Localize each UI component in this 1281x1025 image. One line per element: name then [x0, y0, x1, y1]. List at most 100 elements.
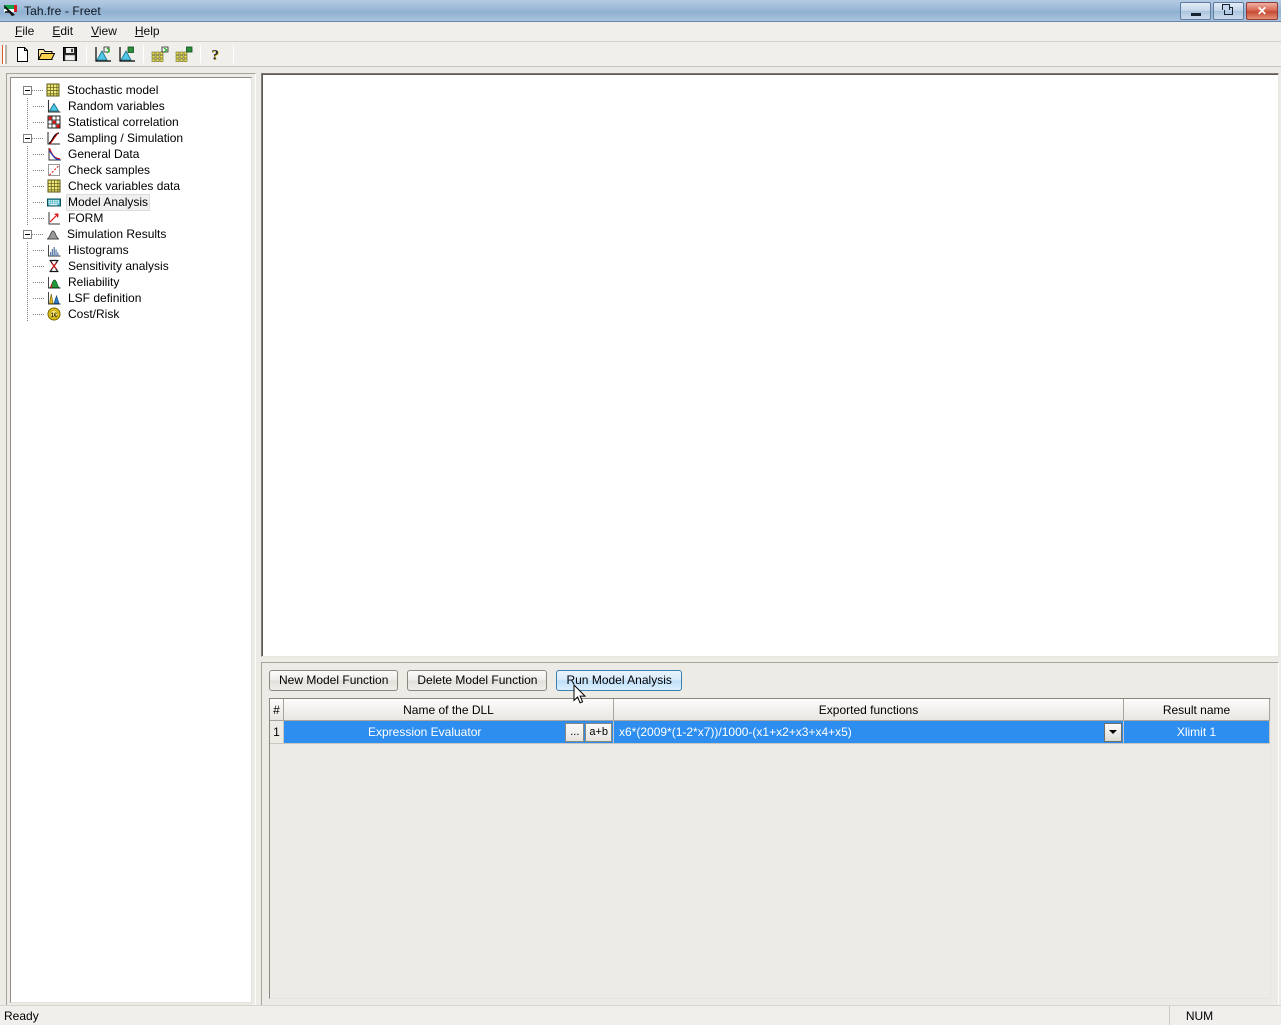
tree-connector	[32, 82, 45, 98]
exported-function-dropdown-button[interactable]	[1104, 722, 1122, 742]
tree-connector	[33, 242, 46, 258]
grid-header-number[interactable]: #	[270, 699, 284, 721]
tree-item-label: LSF definition	[68, 290, 142, 305]
navigation-tree[interactable]: Stochastic model Random variables Statis…	[10, 77, 252, 1003]
model-function-toolbar: New Model Function Delete Model Function…	[269, 670, 1271, 691]
grid-header-exported-functions[interactable]: Exported functions	[614, 699, 1124, 721]
toolbar-separator-4	[233, 45, 234, 63]
tree-item-label: Sampling / Simulation	[67, 130, 184, 145]
import-distribution-icon[interactable]	[91, 43, 115, 65]
import-grid-icon[interactable]	[148, 43, 172, 65]
correlation-grid-icon	[46, 114, 62, 130]
tree-connector	[33, 114, 46, 130]
row-number: 1	[270, 721, 284, 744]
menu-help[interactable]: Help	[126, 22, 169, 41]
tree-connector	[23, 306, 33, 322]
chevron-down-icon	[1109, 730, 1117, 734]
grid-header-dll[interactable]: Name of the DLL	[284, 699, 614, 721]
tree-item-check-samples[interactable]: Check samples	[13, 162, 249, 178]
window-title: Tah.fre - Freet	[24, 3, 101, 18]
reliability-hill-icon	[46, 274, 62, 290]
tree-connector	[33, 258, 46, 274]
hourglass-icon	[46, 258, 62, 274]
menu-bar: File Edit View Help	[0, 22, 1281, 42]
toolbar-separator-2	[143, 45, 144, 63]
histogram-bars-icon	[46, 242, 62, 258]
right-column: New Model Function Delete Model Function…	[261, 73, 1279, 1005]
tree-connector	[32, 130, 45, 146]
tree-item-label: FORM	[68, 210, 104, 225]
tree-item-reliability[interactable]: Reliability	[13, 274, 249, 290]
tree-connector	[33, 162, 46, 178]
tree-item-label: Simulation Results	[67, 226, 167, 241]
output-canvas[interactable]	[261, 73, 1279, 657]
tree-item-model-analysis[interactable]: Model Analysis	[13, 193, 249, 211]
save-disk-icon[interactable]	[58, 43, 82, 65]
tree-item-random-variables[interactable]: Random variables	[13, 98, 249, 114]
close-icon: ✕	[1256, 4, 1268, 18]
row-result-name[interactable]: Xlimit 1	[1124, 721, 1270, 744]
help-question-icon[interactable]: ? ?	[205, 43, 229, 65]
expander-minus-icon[interactable]	[23, 85, 32, 95]
tree-item-cost-risk[interactable]: 1€ Cost/Risk	[13, 306, 249, 322]
lsf-peaks-icon	[46, 290, 62, 306]
scatter-line-icon	[46, 162, 62, 178]
menu-file[interactable]: File	[6, 22, 43, 41]
tree-connector	[33, 274, 46, 290]
tree-item-form[interactable]: FORM	[13, 210, 249, 226]
delete-model-function-button[interactable]: Delete Model Function	[407, 670, 548, 691]
toolbar-separator	[86, 45, 87, 63]
close-button[interactable]: ✕	[1246, 2, 1278, 20]
tree-item-sampling-simulation[interactable]: Sampling / Simulation	[13, 130, 249, 146]
tree-item-label: Model Analysis	[66, 193, 151, 211]
expression-editor-button[interactable]: a+b	[585, 722, 612, 742]
minimize-button[interactable]	[1180, 2, 1211, 20]
export-grid-icon[interactable]	[172, 43, 196, 65]
tree-connector	[32, 226, 45, 242]
toolbar-separator-3	[200, 45, 201, 63]
tree-item-lsf-definition[interactable]: LSF definition	[13, 290, 249, 306]
tree-item-simulation-results[interactable]: Simulation Results	[13, 226, 249, 242]
model-function-grid[interactable]: # Name of the DLL Exported functions Res…	[269, 698, 1271, 999]
grid-header-result-name[interactable]: Result name	[1124, 699, 1270, 721]
restore-button[interactable]	[1213, 2, 1244, 20]
tree-connector	[33, 290, 46, 306]
tree-item-label: Stochastic model	[67, 82, 159, 97]
tree-connector	[33, 98, 46, 114]
tree-root: Stochastic model Random variables Statis…	[13, 82, 249, 322]
tree-item-label: Check samples	[68, 162, 151, 177]
tree-item-stochastic-model[interactable]: Stochastic model	[13, 82, 249, 98]
status-num-indicator: NUM	[1169, 1005, 1229, 1025]
tree-pane-frame: Stochastic model Random variables Statis…	[6, 73, 256, 1005]
menu-view[interactable]: View	[82, 22, 126, 41]
row-dll-cell[interactable]: Expression Evaluator ... a+b	[284, 721, 614, 744]
tree-item-check-variables-data[interactable]: Check variables data	[13, 178, 249, 194]
tree-connector	[23, 98, 33, 114]
tree-item-histograms[interactable]: Histograms	[13, 242, 249, 258]
menu-edit[interactable]: Edit	[43, 22, 82, 41]
row-exported-function: x6*(2009*(1-2*x7))/1000-(x1+x2+x3+x4+x5)	[619, 725, 852, 739]
grid-yellow-icon	[45, 82, 61, 98]
tree-connector	[23, 258, 33, 274]
row-exported-function-cell[interactable]: x6*(2009*(1-2*x7))/1000-(x1+x2+x3+x4+x5)	[614, 721, 1124, 744]
tree-item-sensitivity-analysis[interactable]: Sensitivity analysis	[13, 258, 249, 274]
export-distribution-icon[interactable]	[115, 43, 139, 65]
new-model-function-button[interactable]: New Model Function	[269, 670, 399, 691]
expander-minus-icon[interactable]	[23, 133, 32, 143]
toolbar-grip[interactable]	[2, 44, 7, 64]
expander-minus-icon[interactable]	[23, 229, 32, 239]
run-model-analysis-button[interactable]: Run Model Analysis	[556, 670, 682, 691]
distribution-blue-icon	[46, 98, 62, 114]
tree-item-statistical-correlation[interactable]: Statistical correlation	[13, 114, 249, 130]
application-window: Tah.fre - Freet ✕ File Edit View Help ? …	[0, 0, 1281, 1025]
svg-text:?: ?	[211, 47, 219, 63]
tree-item-general-data[interactable]: General Data	[13, 146, 249, 162]
row-dll-name: Expression Evaluator	[367, 725, 482, 739]
open-folder-icon[interactable]	[34, 43, 58, 65]
grey-hill-icon	[45, 226, 61, 242]
tree-connector	[33, 194, 46, 210]
new-document-icon[interactable]	[10, 43, 34, 65]
minimize-icon	[1190, 12, 1201, 16]
browse-dll-button[interactable]: ...	[565, 722, 585, 742]
table-row[interactable]: 1 Expression Evaluator ... a+b x6*(2009*…	[270, 721, 1270, 744]
